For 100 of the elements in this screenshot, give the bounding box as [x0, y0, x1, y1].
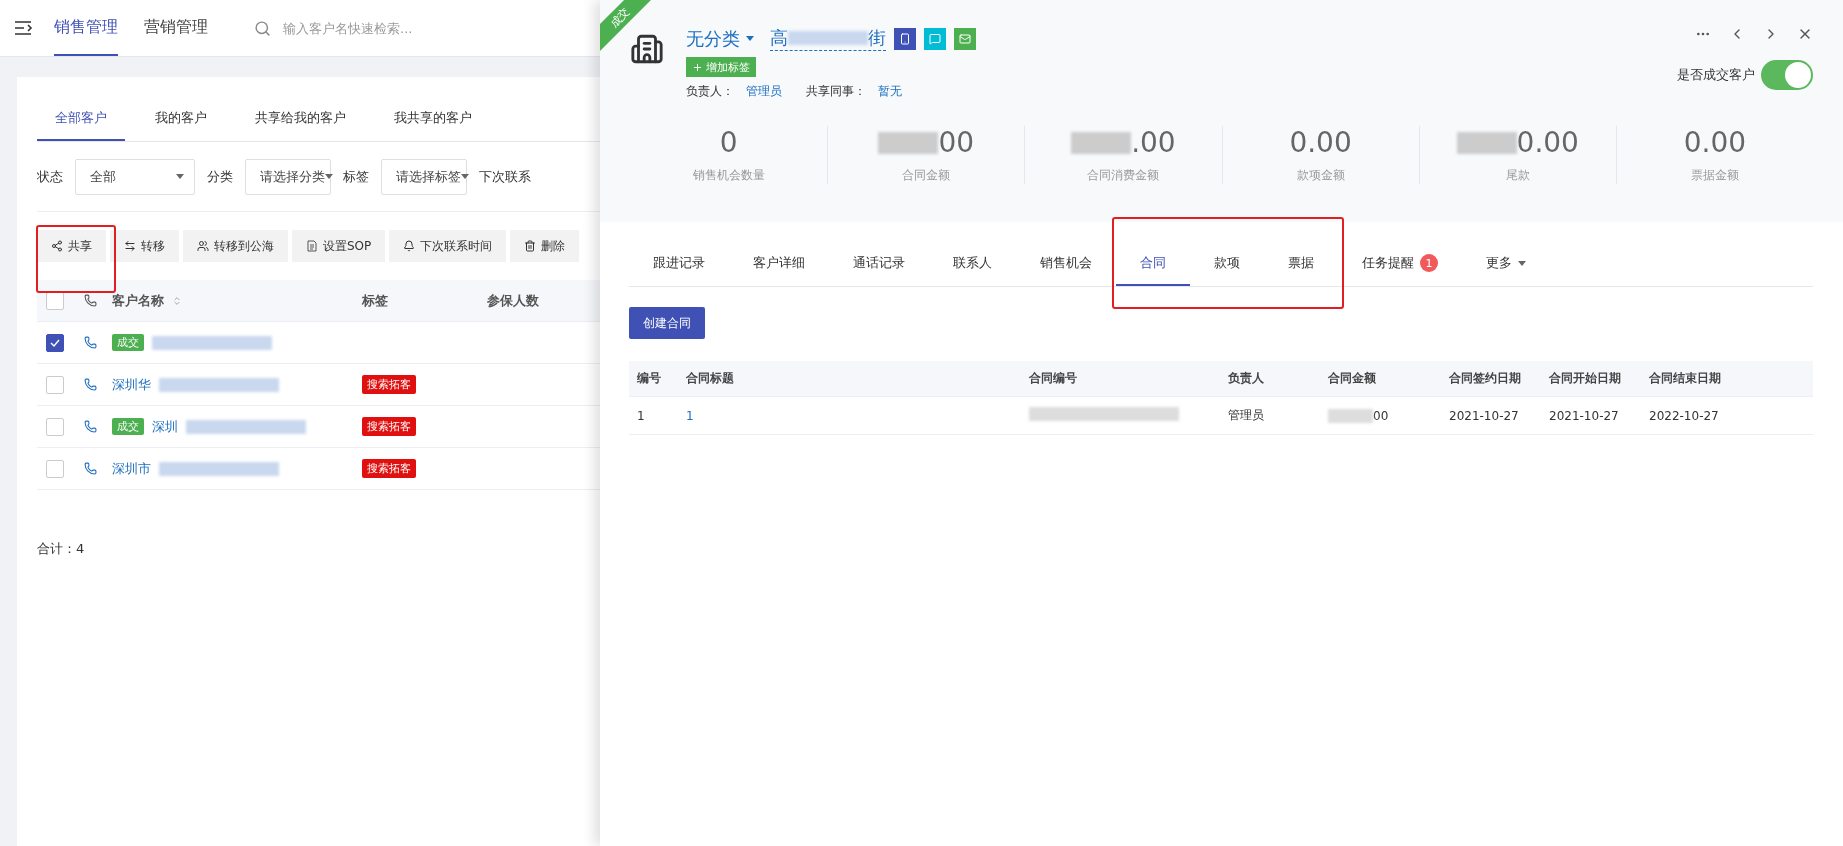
detail-tab[interactable]: 通话记录 [829, 242, 929, 286]
action-button[interactable]: 转移 [110, 230, 179, 262]
deal-tag: 成交 [112, 418, 144, 435]
search-icon [254, 19, 271, 37]
detail-tab[interactable]: 客户详细 [729, 242, 829, 286]
table-cell-text: 2021-10-27 [1549, 408, 1620, 423]
count-badge: 1 [1420, 254, 1438, 272]
phone-icon [899, 32, 911, 45]
people-icon [197, 240, 209, 252]
mail-button[interactable] [954, 27, 976, 50]
chat-icon [929, 32, 941, 45]
customer-tab[interactable]: 共享给我的客户 [237, 97, 364, 141]
colleague-label: 共享同事： [806, 83, 866, 100]
total-count: 合计：4 [37, 540, 86, 558]
contract-link[interactable]: 1 [686, 408, 1029, 423]
filter-select[interactable]: 请选择标签 [381, 158, 467, 195]
phone-button[interactable] [894, 27, 916, 50]
source-tag: 搜索拓客 [362, 459, 416, 478]
filter-label: 标签 [343, 167, 369, 186]
table-cell-text: 2022-10-27 [1649, 408, 1720, 423]
customer-name[interactable]: 深圳市 [112, 459, 151, 478]
action-button[interactable]: 设置SOP [292, 230, 386, 262]
customer-tab[interactable]: 全部客户 [37, 97, 125, 141]
table-cell-text: 1 [637, 408, 646, 423]
document-icon [306, 240, 318, 252]
customer-name[interactable]: 深圳 [152, 417, 178, 436]
stat-label: 销售机会数量 [692, 167, 765, 184]
detail-tab[interactable]: 跟进记录 [629, 242, 729, 286]
customer-name[interactable]: 深圳华 [112, 375, 151, 394]
phone-icon[interactable] [84, 378, 97, 391]
column-header[interactable]: 客户名称 [112, 291, 362, 310]
customer-tab[interactable]: 我的客户 [137, 97, 225, 141]
detail-tab[interactable]: 联系人 [929, 242, 1016, 286]
filter-label: 状态 [37, 167, 63, 186]
bell-icon [403, 240, 416, 252]
category-dropdown[interactable]: 无分类 [686, 26, 754, 51]
menu-icon[interactable] [14, 20, 34, 36]
column-header: 标签 [362, 291, 389, 310]
row-checkbox[interactable] [46, 333, 64, 352]
swap-icon [124, 240, 136, 252]
stat-label: 合同金额 [902, 167, 951, 184]
detail-tab[interactable]: 合同 [1116, 242, 1190, 286]
building-icon [630, 32, 664, 66]
column-header: 合同金额 [1328, 370, 1377, 387]
table-cell: 00 [1328, 408, 1449, 423]
stat-label: 票据金额 [1690, 167, 1739, 184]
customer-tab[interactable]: 我共享的客户 [376, 97, 490, 141]
table-cell-text: 2021-10-27 [1449, 408, 1520, 423]
column-header: 合同结束日期 [1649, 370, 1722, 387]
action-button[interactable]: 转移到公海 [183, 230, 288, 262]
toggle-label: 是否成交客户 [1677, 66, 1755, 84]
phone-icon [84, 294, 97, 307]
checkmark-icon [50, 338, 60, 347]
column-header: 合同签约日期 [1449, 370, 1522, 387]
stat-value: 00 [878, 126, 975, 159]
source-tag: 搜索拓客 [362, 417, 416, 436]
stat-value: 0.00 [1456, 126, 1579, 159]
source-tag: 搜索拓客 [362, 375, 416, 394]
detail-tab[interactable]: 款项 [1190, 242, 1264, 286]
action-button[interactable]: 共享 [37, 230, 106, 262]
stat-value: 0.00 [1683, 126, 1747, 159]
stat-value: .00 [1071, 126, 1176, 159]
filter-select[interactable]: 请选择分类 [245, 158, 331, 195]
plus-icon [692, 61, 703, 73]
stat-label: 款项金额 [1296, 167, 1345, 184]
nav-tab[interactable]: 销售管理 [54, 0, 118, 56]
detail-tab[interactable]: 更多 [1462, 242, 1550, 286]
share-icon [51, 240, 63, 252]
detail-tab[interactable]: 任务提醒 1 [1338, 242, 1462, 286]
action-button[interactable]: 删除 [510, 230, 580, 262]
action-button[interactable]: 下次联系时间 [389, 230, 507, 262]
column-header: 合同开始日期 [1549, 370, 1622, 387]
detail-tab[interactable]: 票据 [1264, 242, 1338, 286]
status-select[interactable]: 全部 [75, 158, 195, 195]
stat-value: 0.00 [1289, 126, 1352, 159]
phone-icon[interactable] [84, 462, 97, 475]
owner-label: 负责人： [686, 83, 734, 100]
column-header: 合同编号 [1029, 370, 1078, 387]
deal-tag: 成交 [112, 334, 144, 351]
column-header: 负责人 [1228, 370, 1265, 387]
phone-icon[interactable] [84, 336, 97, 349]
stat-label: 合同消费金额 [1087, 167, 1160, 184]
filter-label: 下次联系 [479, 167, 531, 186]
customer-title[interactable]: 高 街 [770, 26, 886, 51]
phone-icon[interactable] [84, 420, 97, 433]
trash-icon [524, 240, 537, 252]
mail-icon [959, 32, 971, 45]
deal-switch[interactable] [1761, 60, 1813, 90]
stat-value: 0 [719, 126, 738, 159]
column-header: 编号 [637, 370, 662, 387]
table-cell-text: 管理员 [1228, 407, 1265, 424]
nav-tab[interactable]: 营销管理 [144, 0, 208, 56]
detail-tab[interactable]: 销售机会 [1016, 242, 1116, 286]
column-header: 参保人数 [487, 291, 540, 310]
owner-link[interactable]: 管理员 [746, 83, 782, 100]
colleague-link[interactable]: 暂无 [878, 83, 902, 100]
column-header: 合同标题 [686, 370, 735, 387]
stat-label: 尾款 [1505, 167, 1530, 184]
filter-label: 分类 [207, 167, 233, 186]
create-contract-button[interactable]: 创建合同 [629, 307, 705, 339]
